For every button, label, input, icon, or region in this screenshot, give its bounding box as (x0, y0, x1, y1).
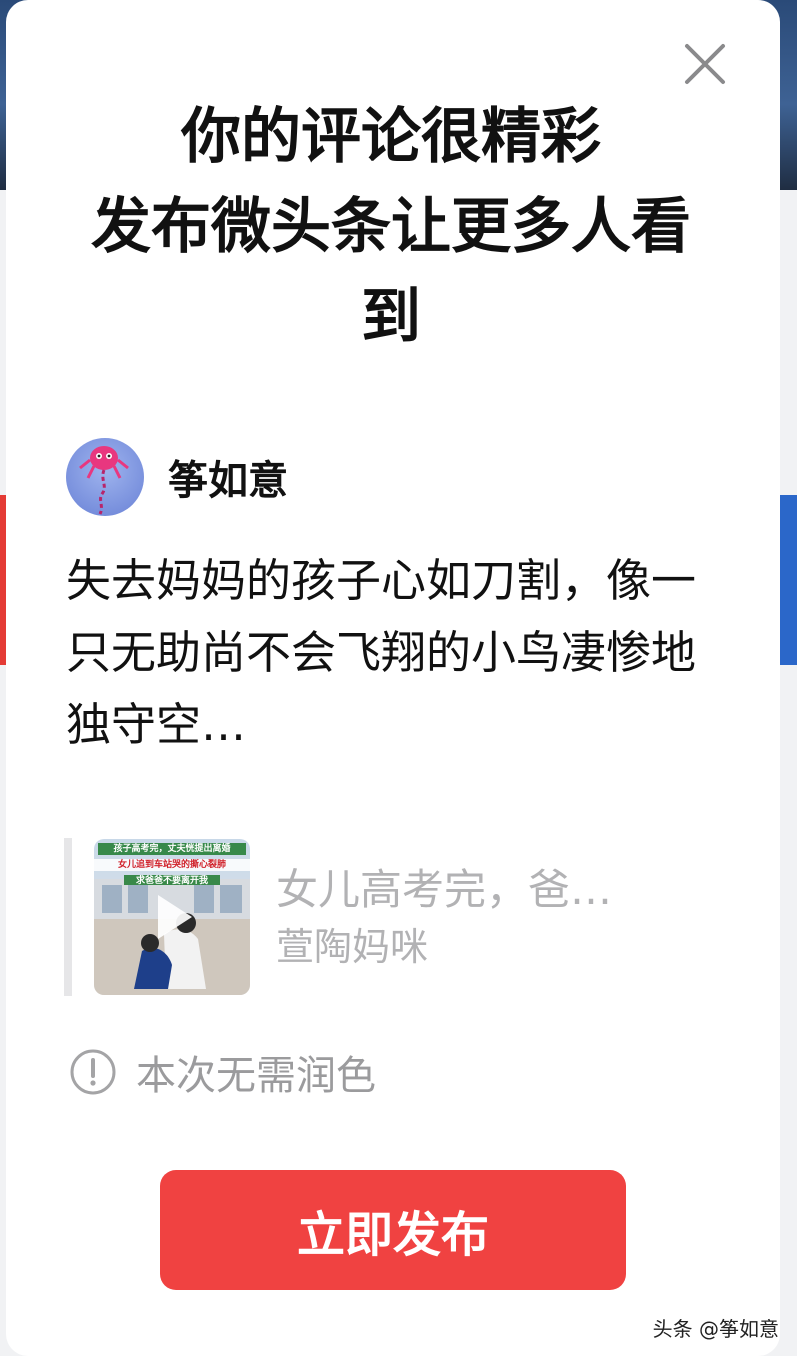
author-row: 筝如意 (66, 438, 288, 516)
headline-line-3: 到 (361, 282, 421, 352)
thumb-caption-line-1: 孩子高考完，丈夫恍提出离婚 (113, 844, 231, 854)
watermark: 头条 @筝如意 (652, 1317, 779, 1341)
close-icon (685, 44, 725, 84)
polish-hint: 本次无需润色 (68, 1040, 376, 1104)
author-name: 筝如意 (168, 458, 288, 504)
quoted-post-text: 女儿高考完，爸… 萱陶妈咪 (276, 860, 716, 974)
close-button[interactable] (681, 40, 729, 88)
headline-line-1: 你的评论很精彩 (181, 102, 601, 172)
avatar (66, 438, 144, 516)
publish-dialog: 你的评论很精彩 发布微头条让更多人看 到 筝如意 失去妈妈的孩子心如刀割，像一只… (6, 0, 780, 1356)
comment-text[interactable]: 失去妈妈的孩子心如刀割，像一只无助尚不会飞翔的小鸟凄惨地独守空… (66, 545, 706, 761)
kite-avatar-icon (66, 438, 144, 516)
info-circle-icon (70, 1049, 116, 1095)
thumb-caption-line-3: 求爸爸不要离开我 (135, 876, 208, 886)
thumb-caption: 孩子高考完，丈夫恍提出离婚 女儿追到车站哭的撕心裂肺 求爸爸不要离开我 (94, 842, 250, 888)
quoted-post[interactable]: 孩子高考完，丈夫恍提出离婚 女儿追到车站哭的撕心裂肺 求爸爸不要离开我 女儿高考… (64, 838, 734, 996)
quoted-post-title: 女儿高考完，爸… (276, 865, 613, 914)
quoted-post-author: 萱陶妈咪 (276, 925, 429, 969)
hint-text: 本次无需润色 (136, 1053, 376, 1099)
video-thumbnail[interactable]: 孩子高考完，丈夫恍提出离婚 女儿追到车站哭的撕心裂肺 求爸爸不要离开我 (94, 839, 250, 995)
dialog-headline: 你的评论很精彩 发布微头条让更多人看 到 (66, 92, 716, 362)
play-icon[interactable] (142, 887, 202, 947)
thumb-caption-line-2: 女儿追到车站哭的撕心裂肺 (117, 860, 226, 870)
publish-button[interactable]: 立即发布 (160, 1170, 626, 1290)
headline-line-2: 发布微头条让更多人看 (91, 192, 691, 262)
